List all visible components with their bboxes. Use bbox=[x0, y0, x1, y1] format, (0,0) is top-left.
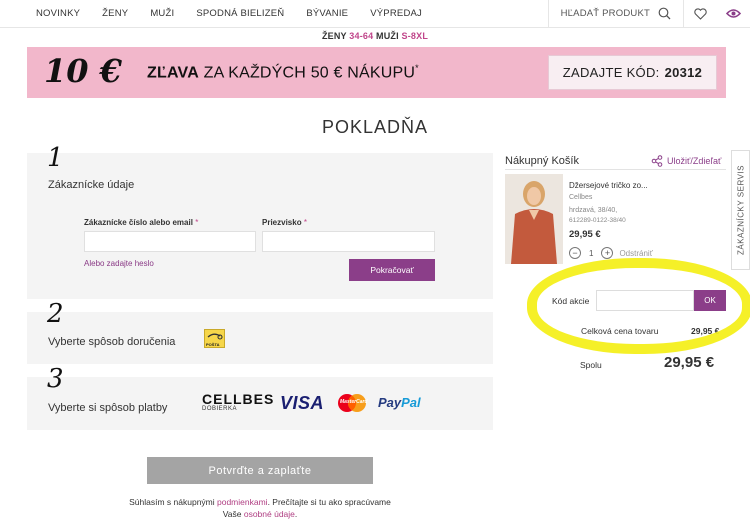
posta-logo: POŠTA bbox=[204, 329, 225, 348]
paypal-pay: Pay bbox=[378, 395, 402, 410]
paypal-pal: Pal bbox=[401, 395, 421, 410]
promo-women-sizes: 34-64 bbox=[349, 31, 374, 41]
banner-condition: ZA KAŽDÝCH 50 € NÁKUPU bbox=[198, 64, 416, 82]
product-price: 29,95 € bbox=[569, 229, 601, 240]
product-variant: hrdzavá, 38/40, bbox=[569, 207, 618, 214]
header-tools: HĽADAŤ PRODUKT bbox=[547, 0, 750, 27]
banner-code-label: ZADAJTE KÓD: bbox=[562, 65, 660, 80]
nav-item-byvanie[interactable]: BÝVANIE bbox=[306, 8, 348, 19]
step-customer-details: 1 Zákaznícke údaje Zákaznícke číslo aleb… bbox=[27, 143, 493, 299]
posta-label: POŠTA bbox=[206, 342, 220, 347]
save-share-label: Uložiť/Zdieľať bbox=[667, 156, 722, 166]
paypal-logo[interactable]: PayPal bbox=[378, 395, 421, 410]
terms-part3: Vaše bbox=[222, 509, 244, 519]
step-number-1: 1 bbox=[47, 143, 64, 173]
save-share-link[interactable]: Uložiť/Zdieľať bbox=[651, 155, 721, 167]
quantity-value: 1 bbox=[589, 248, 594, 258]
wishlist-button[interactable] bbox=[684, 0, 717, 27]
step-title-customer: Zákaznícke údaje bbox=[48, 179, 135, 191]
total-label: Spolu bbox=[580, 360, 602, 370]
mastercard-logo[interactable]: MasterCard bbox=[336, 393, 368, 413]
size-promo-line: ŽENY 34-64 MUŽI S-8XL bbox=[0, 31, 750, 41]
privacy-link[interactable]: osobné údaje bbox=[244, 509, 295, 519]
nav-item-spodna-bielizen[interactable]: SPODNÁ BIELIZEŇ bbox=[196, 8, 284, 19]
terms-part1: Súhlasím s nákupnými bbox=[129, 497, 217, 507]
banner-amount: 10 € bbox=[44, 52, 122, 90]
remove-link[interactable]: Odstrániť bbox=[619, 249, 652, 258]
banner-text: ZĽAVA ZA KAŽDÝCH 50 € NÁKUPU* bbox=[147, 63, 419, 82]
step-number-2: 2 bbox=[47, 299, 64, 329]
nav-item-novinky[interactable]: NOVINKY bbox=[36, 8, 80, 19]
decrease-quantity-button[interactable]: − bbox=[569, 247, 581, 259]
posthorn-icon bbox=[207, 333, 223, 340]
search-label: HĽADAŤ PRODUKT bbox=[560, 8, 650, 19]
banner-code-box: ZADAJTE KÓD: 20312 bbox=[548, 55, 717, 90]
search-button[interactable]: HĽADAŤ PRODUKT bbox=[549, 0, 683, 27]
nav-item-zeny[interactable]: ŽENY bbox=[102, 8, 128, 19]
cellbes-logo[interactable]: CELLBES DOBIERKA bbox=[202, 392, 274, 412]
main-menu: NOVINKY ŽENY MUŽI SPODNÁ BIELIZEŇ BÝVANI… bbox=[0, 8, 444, 19]
discount-banner[interactable]: 10 € ZĽAVA ZA KAŽDÝCH 50 € NÁKUPU* ZADAJ… bbox=[27, 47, 726, 98]
step-title-payment: Vyberte si spôsob platby bbox=[48, 402, 168, 414]
email-field-label: Zákaznícke číslo alebo email * bbox=[84, 218, 198, 227]
password-link[interactable]: Alebo zadajte heslo bbox=[84, 259, 154, 268]
surname-label-text: Priezvisko bbox=[262, 218, 302, 227]
eye-icon bbox=[726, 9, 741, 18]
nav-item-vypredaj[interactable]: VÝPREDAJ bbox=[370, 8, 422, 19]
required-mark: * bbox=[303, 218, 307, 227]
visa-logo[interactable]: VISA bbox=[280, 393, 324, 414]
nav-item-muzi[interactable]: MUŽI bbox=[150, 8, 174, 19]
terms-part4: . bbox=[294, 509, 298, 519]
terms-link[interactable]: podmienkami bbox=[217, 497, 268, 507]
product-photo bbox=[505, 174, 563, 264]
product-name[interactable]: Džersejové tričko zo... bbox=[569, 181, 648, 190]
promo-text-women: ŽENY bbox=[321, 31, 350, 41]
heart-icon bbox=[694, 7, 707, 20]
step-delivery[interactable]: 2 Vyberte spôsob doručenia POŠTA bbox=[27, 299, 493, 364]
product-brand: Cellbes bbox=[569, 194, 593, 201]
top-navigation: NOVINKY ŽENY MUŽI SPODNÁ BIELIZEŇ BÝVANI… bbox=[0, 0, 750, 28]
search-icon bbox=[658, 7, 671, 20]
customer-service-label: ZÁKAZNÍCKY SERVIS bbox=[736, 164, 745, 256]
surname-field[interactable] bbox=[262, 231, 435, 252]
cart-title: Nákupný Košík bbox=[505, 155, 579, 167]
total-value: 29,95 € bbox=[664, 354, 715, 371]
step-title-delivery: Vyberte spôsob doručenia bbox=[48, 336, 176, 348]
banner-code: 20312 bbox=[664, 65, 703, 80]
product-image[interactable] bbox=[505, 174, 563, 264]
product-sku: 612289-0122-38/40 bbox=[569, 217, 626, 224]
step-number-3: 3 bbox=[47, 364, 64, 394]
banner-asterisk: * bbox=[415, 63, 419, 73]
share-icon bbox=[651, 155, 663, 167]
customer-service-tab[interactable]: ZÁKAZNÍCKY SERVIS bbox=[731, 150, 750, 270]
cart-divider bbox=[505, 169, 726, 170]
cellbes-name: CELLBES bbox=[202, 391, 275, 407]
email-label-text: Zákaznícke číslo alebo email bbox=[84, 218, 193, 227]
page-title: POKLADŇA bbox=[321, 117, 429, 137]
banner-bold: ZĽAVA bbox=[147, 64, 199, 82]
promo-men-sizes: S-8XL bbox=[401, 31, 429, 41]
terms-text: Súhlasím s nákupnými podmienkami. Prečít… bbox=[100, 496, 420, 520]
surname-field-label: Priezvisko * bbox=[262, 218, 307, 227]
mastercard-label: MasterCard bbox=[340, 399, 368, 405]
continue-button[interactable]: Pokračovať bbox=[349, 259, 435, 281]
yellow-highlight-annotation bbox=[527, 258, 750, 354]
promo-text-men: MUŽI bbox=[373, 31, 402, 41]
email-field[interactable] bbox=[84, 231, 256, 252]
confirm-and-pay-button[interactable]: Potvrďte a zaplaťte bbox=[147, 457, 373, 484]
step-payment[interactable]: 3 Vyberte si spôsob platby CELLBES DOBIE… bbox=[27, 364, 493, 430]
terms-part2: . Prečítajte si tu ako spracúvame bbox=[267, 497, 391, 507]
increase-quantity-button[interactable]: + bbox=[601, 247, 614, 259]
recently-viewed-button[interactable] bbox=[717, 0, 750, 27]
required-mark: * bbox=[195, 218, 199, 227]
